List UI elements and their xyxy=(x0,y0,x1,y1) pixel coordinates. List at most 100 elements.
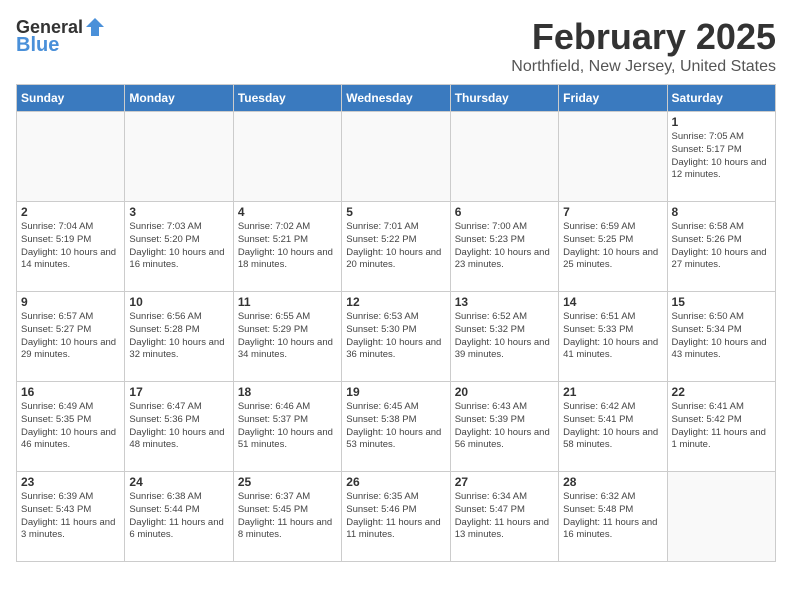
day-number: 17 xyxy=(129,385,228,399)
day-info: Sunrise: 6:38 AM Sunset: 5:44 PM Dayligh… xyxy=(129,491,228,542)
col-monday: Monday xyxy=(125,85,233,112)
day-info: Sunrise: 6:56 AM Sunset: 5:28 PM Dayligh… xyxy=(129,311,228,362)
table-row: 22Sunrise: 6:41 AM Sunset: 5:42 PM Dayli… xyxy=(667,382,775,472)
week-row-3: 16 Sunrise: 6:49 AM Sunset: 5:35 PM Dayli… xyxy=(17,382,776,472)
day-info: Sunrise: 7:01 AM Sunset: 5:22 PM Dayligh… xyxy=(346,221,445,272)
week-row-1: 2 Sunrise: 7:04 AM Sunset: 5:19 PM Daylig… xyxy=(17,202,776,292)
day-info: Sunrise: 7:02 AM Sunset: 5:21 PM Dayligh… xyxy=(238,221,337,272)
table-row: 23 Sunrise: 6:39 AM Sunset: 5:43 PM Dayli… xyxy=(17,472,125,562)
day-info: Sunrise: 6:49 AM Sunset: 5:35 PM Dayligh… xyxy=(21,401,120,452)
day-info: Sunrise: 7:05 AM Sunset: 5:17 PM Dayligh… xyxy=(672,131,771,182)
col-sunday: Sunday xyxy=(17,85,125,112)
day-number: 27 xyxy=(455,475,554,489)
day-info: Sunrise: 6:55 AM Sunset: 5:29 PM Dayligh… xyxy=(238,311,337,362)
day-number: 18 xyxy=(238,385,337,399)
day-number: 16 xyxy=(21,385,120,399)
day-number: 2 xyxy=(21,205,120,219)
week-row-4: 23 Sunrise: 6:39 AM Sunset: 5:43 PM Dayli… xyxy=(17,472,776,562)
day-number: 20 xyxy=(455,385,554,399)
day-number: 4 xyxy=(238,205,337,219)
day-info: Sunrise: 6:42 AM Sunset: 5:41 PM Dayligh… xyxy=(563,401,662,452)
day-info: Sunrise: 6:34 AM Sunset: 5:47 PM Dayligh… xyxy=(455,491,554,542)
day-number: 26 xyxy=(346,475,445,489)
page-container: General Blue February 2025 Northfield, N… xyxy=(0,0,792,570)
header-area: General Blue February 2025 Northfield, N… xyxy=(16,16,776,76)
table-row: 8Sunrise: 6:58 AM Sunset: 5:26 PM Daylig… xyxy=(667,202,775,292)
logo-blue: Blue xyxy=(16,34,107,57)
calendar-table: Sunday Monday Tuesday Wednesday Thursday… xyxy=(16,84,776,562)
day-number: 7 xyxy=(563,205,662,219)
day-number: 14 xyxy=(563,295,662,309)
table-row: 14 Sunrise: 6:51 AM Sunset: 5:33 PM Dayli… xyxy=(559,292,667,382)
table-row: 28 Sunrise: 6:32 AM Sunset: 5:48 PM Dayli… xyxy=(559,472,667,562)
table-row: 25Sunrise: 6:37 AM Sunset: 5:45 PM Dayli… xyxy=(233,472,341,562)
col-friday: Friday xyxy=(559,85,667,112)
day-number: 9 xyxy=(21,295,120,309)
day-info: Sunrise: 6:47 AM Sunset: 5:36 PM Dayligh… xyxy=(129,401,228,452)
table-row xyxy=(125,112,233,202)
table-row: 2 Sunrise: 7:04 AM Sunset: 5:19 PM Daylig… xyxy=(17,202,125,292)
day-number: 23 xyxy=(21,475,120,489)
table-row: 4 Sunrise: 7:02 AM Sunset: 5:21 PM Daylig… xyxy=(233,202,341,292)
day-info: Sunrise: 7:03 AM Sunset: 5:20 PM Dayligh… xyxy=(129,221,228,272)
day-number: 28 xyxy=(563,475,662,489)
day-info: Sunrise: 6:41 AM Sunset: 5:42 PM Dayligh… xyxy=(672,401,771,452)
day-number: 19 xyxy=(346,385,445,399)
table-row xyxy=(233,112,341,202)
day-info: Sunrise: 7:00 AM Sunset: 5:23 PM Dayligh… xyxy=(455,221,554,272)
table-row xyxy=(342,112,450,202)
day-number: 6 xyxy=(455,205,554,219)
table-row: 24 Sunrise: 6:38 AM Sunset: 5:44 PM Dayli… xyxy=(125,472,233,562)
day-number: 10 xyxy=(129,295,228,309)
col-thursday: Thursday xyxy=(450,85,558,112)
table-row: 1 Sunrise: 7:05 AM Sunset: 5:17 PM Daylig… xyxy=(667,112,775,202)
table-row: 20 Sunrise: 6:43 AM Sunset: 5:39 PM Dayli… xyxy=(450,382,558,472)
logo: General Blue xyxy=(16,16,107,57)
day-info: Sunrise: 6:43 AM Sunset: 5:39 PM Dayligh… xyxy=(455,401,554,452)
day-info: Sunrise: 6:58 AM Sunset: 5:26 PM Dayligh… xyxy=(672,221,771,272)
table-row: 12 Sunrise: 6:53 AM Sunset: 5:30 PM Dayli… xyxy=(342,292,450,382)
day-info: Sunrise: 6:35 AM Sunset: 5:46 PM Dayligh… xyxy=(346,491,445,542)
table-row: 18 Sunrise: 6:46 AM Sunset: 5:37 PM Dayli… xyxy=(233,382,341,472)
month-title: February 2025 xyxy=(511,16,776,58)
day-number: 15 xyxy=(672,295,771,309)
day-number: 24 xyxy=(129,475,228,489)
day-info: Sunrise: 6:45 AM Sunset: 5:38 PM Dayligh… xyxy=(346,401,445,452)
day-info: Sunrise: 6:32 AM Sunset: 5:48 PM Dayligh… xyxy=(563,491,662,542)
week-row-2: 9 Sunrise: 6:57 AM Sunset: 5:27 PM Daylig… xyxy=(17,292,776,382)
table-row: 11 Sunrise: 6:55 AM Sunset: 5:29 PM Dayli… xyxy=(233,292,341,382)
table-row: 13Sunrise: 6:52 AM Sunset: 5:32 PM Dayli… xyxy=(450,292,558,382)
table-row: 10 Sunrise: 6:56 AM Sunset: 5:28 PM Dayli… xyxy=(125,292,233,382)
col-tuesday: Tuesday xyxy=(233,85,341,112)
day-number: 11 xyxy=(238,295,337,309)
day-number: 25 xyxy=(238,475,337,489)
table-row: 9 Sunrise: 6:57 AM Sunset: 5:27 PM Daylig… xyxy=(17,292,125,382)
table-row: 21 Sunrise: 6:42 AM Sunset: 5:41 PM Dayli… xyxy=(559,382,667,472)
header-row: Sunday Monday Tuesday Wednesday Thursday… xyxy=(17,85,776,112)
day-number: 5 xyxy=(346,205,445,219)
table-row xyxy=(17,112,125,202)
day-number: 3 xyxy=(129,205,228,219)
table-row: 7 Sunrise: 6:59 AM Sunset: 5:25 PM Daylig… xyxy=(559,202,667,292)
table-row: 3 Sunrise: 7:03 AM Sunset: 5:20 PM Daylig… xyxy=(125,202,233,292)
table-row: 6 Sunrise: 7:00 AM Sunset: 5:23 PM Daylig… xyxy=(450,202,558,292)
day-info: Sunrise: 6:46 AM Sunset: 5:37 PM Dayligh… xyxy=(238,401,337,452)
day-info: Sunrise: 6:53 AM Sunset: 5:30 PM Dayligh… xyxy=(346,311,445,362)
day-info: Sunrise: 7:04 AM Sunset: 5:19 PM Dayligh… xyxy=(21,221,120,272)
day-info: Sunrise: 6:51 AM Sunset: 5:33 PM Dayligh… xyxy=(563,311,662,362)
day-info: Sunrise: 6:50 AM Sunset: 5:34 PM Dayligh… xyxy=(672,311,771,362)
day-info: Sunrise: 6:39 AM Sunset: 5:43 PM Dayligh… xyxy=(21,491,120,542)
title-area: February 2025 Northfield, New Jersey, Un… xyxy=(511,16,776,76)
table-row xyxy=(450,112,558,202)
day-info: Sunrise: 6:59 AM Sunset: 5:25 PM Dayligh… xyxy=(563,221,662,272)
day-number: 1 xyxy=(672,115,771,129)
table-row xyxy=(559,112,667,202)
day-info: Sunrise: 6:57 AM Sunset: 5:27 PM Dayligh… xyxy=(21,311,120,362)
table-row: 27 Sunrise: 6:34 AM Sunset: 5:47 PM Dayli… xyxy=(450,472,558,562)
col-wednesday: Wednesday xyxy=(342,85,450,112)
day-number: 12 xyxy=(346,295,445,309)
calendar-body: 1 Sunrise: 7:05 AM Sunset: 5:17 PM Daylig… xyxy=(17,112,776,562)
col-saturday: Saturday xyxy=(667,85,775,112)
week-row-0: 1 Sunrise: 7:05 AM Sunset: 5:17 PM Daylig… xyxy=(17,112,776,202)
day-number: 21 xyxy=(563,385,662,399)
